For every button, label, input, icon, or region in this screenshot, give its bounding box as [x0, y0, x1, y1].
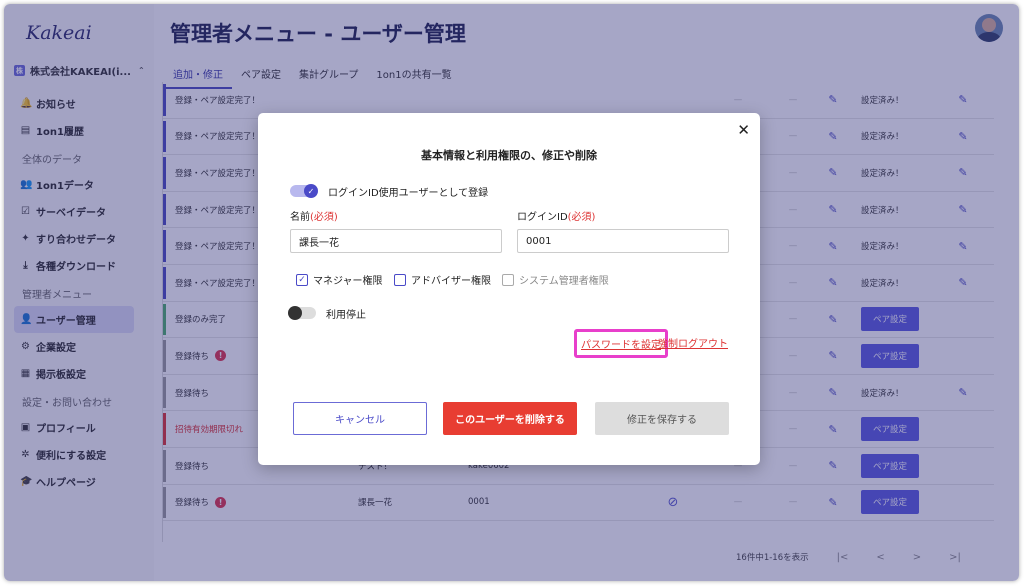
checkbox-checked-icon: ✓ [296, 273, 308, 286]
app-window: Kakeai 株 株式会社KAKEAI(i... ⌃ 🔔 お知らせ ▤ 1on1履歴全… [4, 4, 1019, 581]
suspend-label: 利用停止 [326, 310, 366, 321]
login-id-toggle-label: ログインID使用ユーザーとして登録 [328, 188, 489, 199]
suspend-toggle[interactable] [288, 306, 316, 320]
force-logout-link[interactable]: 強制ログアウト [658, 335, 728, 350]
advisor-role-label: アドバイザー権限 [411, 276, 491, 287]
name-label: 名前(必須) [290, 208, 338, 223]
set-password-link[interactable]: パスワードを設定 [574, 329, 668, 358]
cancel-button[interactable]: キャンセル [293, 402, 427, 435]
manager-role-checkbox[interactable]: ✓ マネジャー権限 [296, 272, 383, 287]
checkbox-empty-icon [394, 273, 406, 286]
advisor-role-checkbox[interactable]: アドバイザー権限 [394, 272, 491, 287]
login-id-toggle[interactable]: ✓ [290, 184, 318, 198]
required-mark: (必須) [567, 212, 596, 223]
login-id-label: ログインID(必須) [517, 208, 595, 223]
login-id-input[interactable]: 0001 [517, 229, 729, 253]
checkbox-disabled-icon [502, 273, 514, 286]
toggle-knob [288, 306, 302, 320]
edit-user-modal: ✕ 基本情報と利用権限の、修正や削除 ✓ ログインID使用ユーザーとして登録 名… [258, 113, 760, 465]
check-icon: ✓ [304, 184, 318, 198]
name-input[interactable]: 課長一花 [290, 229, 502, 253]
system-admin-role-checkbox: システム管理者権限 [502, 272, 609, 287]
manager-role-label: マネジャー権限 [313, 276, 383, 287]
system-admin-role-label: システム管理者権限 [519, 276, 609, 287]
save-changes-button[interactable]: 修正を保存する [595, 402, 729, 435]
login-id-label-text: ログインID [517, 212, 568, 223]
required-mark: (必須) [310, 212, 338, 223]
modal-title: 基本情報と利用権限の、修正や削除 [421, 149, 597, 162]
close-icon[interactable]: ✕ [737, 121, 750, 139]
name-label-text: 名前 [290, 212, 310, 223]
delete-user-button[interactable]: このユーザーを削除する [443, 402, 577, 435]
